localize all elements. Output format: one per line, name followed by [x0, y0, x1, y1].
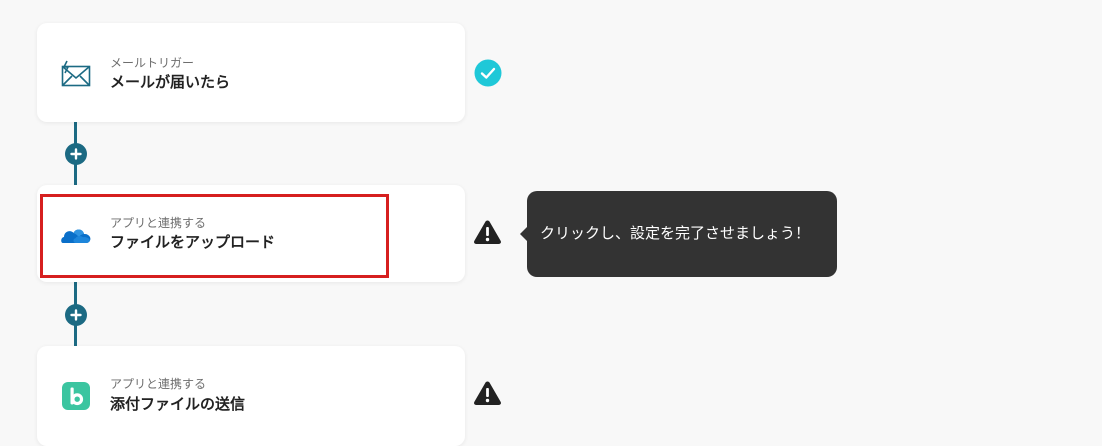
- add-step-button[interactable]: [65, 304, 87, 326]
- step-card-send-attachment[interactable]: アプリと連携する 添付ファイルの送信: [37, 346, 465, 446]
- warning-icon: [474, 220, 501, 244]
- step-subtitle: メールトリガー: [110, 56, 195, 70]
- tooltip-text: クリックし、設定を完了させましょう！: [540, 224, 811, 242]
- step-card-file-upload[interactable]: アプリと連携する ファイルをアップロード: [37, 185, 465, 282]
- tooltip-arrow: [520, 227, 527, 241]
- add-step-button[interactable]: [65, 143, 87, 165]
- check-circle-icon: [474, 59, 502, 87]
- tooltip: クリックし、設定を完了させましょう！: [520, 191, 837, 277]
- step-subtitle: アプリと連携する: [110, 377, 207, 391]
- step-title: ファイルをアップロード: [110, 233, 276, 251]
- step-card-mail-trigger[interactable]: メールトリガー メールが届いたら: [37, 23, 465, 122]
- step-title: 添付ファイルの送信: [110, 395, 246, 413]
- b-app-icon: [62, 382, 90, 410]
- plus-icon: [70, 309, 82, 321]
- onedrive-cloud-icon: [61, 229, 91, 243]
- warning-icon: [474, 381, 501, 405]
- step-subtitle: アプリと連携する: [110, 216, 207, 230]
- step-title: メールが届いたら: [110, 73, 231, 91]
- plus-icon: [70, 148, 82, 160]
- mail-icon: [61, 60, 91, 87]
